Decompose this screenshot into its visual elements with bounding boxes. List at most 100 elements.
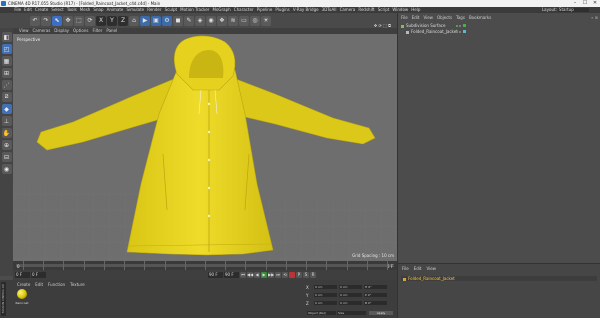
deformer-icon[interactable]: ≋ [228, 15, 238, 26]
menu-plugins[interactable]: Plugins [275, 7, 289, 12]
cube-icon[interactable]: ◼ [173, 15, 183, 26]
menu-character[interactable]: Character [234, 7, 254, 12]
menu-pipeline[interactable]: Pipeline [257, 7, 273, 12]
viewport-menu-view[interactable]: View [19, 28, 29, 33]
attribute-menu-file[interactable]: File [402, 266, 409, 271]
coordinate-space-select[interactable]: Object (Rel) [307, 311, 336, 315]
material-tag-icon[interactable] [463, 30, 466, 33]
size-field[interactable]: 0 cm [339, 285, 362, 289]
current-frame-field[interactable]: 0 F [15, 272, 30, 278]
visibility-dots[interactable] [456, 29, 462, 34]
menu-motion-tracker[interactable]: Motion Tracker [180, 7, 209, 12]
viewport-menu-options[interactable]: Options [73, 28, 88, 33]
render-settings-icon[interactable]: ⚙ [162, 15, 172, 26]
menu-edit[interactable]: Edit [24, 7, 32, 12]
attribute-menu-edit[interactable]: Edit [414, 266, 422, 271]
menu-animate[interactable]: Animate [107, 7, 124, 12]
viewport-menu-cameras[interactable]: Cameras [33, 28, 51, 33]
render-view-icon[interactable]: ▶ [140, 15, 150, 26]
material-menu-function[interactable]: Function [48, 282, 65, 287]
menu-create[interactable]: Create [35, 7, 48, 12]
menu-file[interactable]: File [14, 7, 21, 12]
min-frame-field[interactable]: 0 F [31, 272, 46, 278]
object-menu-objects[interactable]: Objects [437, 15, 452, 20]
object-menu-file[interactable]: File [401, 15, 408, 20]
object-menu-edit[interactable]: Edit [412, 15, 420, 20]
loop-button[interactable]: ⟲ [282, 272, 288, 278]
menu-help[interactable]: Help [411, 7, 420, 12]
menu-simulate[interactable]: Simulate [126, 7, 144, 12]
make-editable-icon[interactable]: ◧ [1, 32, 12, 42]
edges-mode-icon[interactable]: ⧄ [1, 92, 12, 102]
z-axis-icon[interactable]: Z [118, 15, 128, 26]
material-preview-ball[interactable] [17, 289, 27, 299]
object-row-raincoat[interactable]: Folded_Raincoat_Jacket [406, 29, 466, 34]
rotation-field[interactable]: P 0° [364, 293, 387, 297]
menu-3dtoall[interactable]: 3DToAll [322, 7, 337, 12]
menu-window[interactable]: Window [392, 7, 408, 12]
key-scale-icon[interactable]: S [303, 272, 309, 278]
position-field[interactable]: 0 cm [314, 293, 337, 297]
light-icon[interactable]: ☀ [261, 15, 271, 26]
key-position-icon[interactable]: P [296, 272, 302, 278]
object-row-subdivision[interactable]: Subdivision Surface [401, 23, 466, 28]
visibility-dots[interactable] [456, 23, 462, 28]
key-rotation-icon[interactable]: R [310, 272, 316, 278]
viewport-menu-display[interactable]: Display [54, 28, 69, 33]
array-icon[interactable]: ◉ [206, 15, 216, 26]
tweak-icon[interactable]: ✋ [1, 128, 12, 138]
model-mode-icon[interactable]: ◰ [1, 44, 12, 54]
object-menu-bookmarks[interactable]: Bookmarks [469, 15, 491, 20]
x-axis-icon[interactable]: X [96, 15, 106, 26]
layout-dropdown[interactable]: Startup [557, 8, 589, 12]
previous-frame-button[interactable]: ◀ [254, 272, 260, 278]
viewport-menu-filter[interactable]: Filter [92, 28, 102, 33]
rotate-icon[interactable]: ⟳ [85, 15, 95, 26]
subdivision-icon[interactable]: ◈ [195, 15, 205, 26]
position-field[interactable]: 0 cm [314, 285, 337, 289]
cloner-icon[interactable]: ❖ [217, 15, 227, 26]
menu-v-ray-bridge[interactable]: V-Ray Bridge [293, 7, 319, 12]
material-menu-edit[interactable]: Edit [35, 282, 43, 287]
solo-icon[interactable]: ◉ [1, 164, 12, 174]
size-field[interactable]: 0 cm [339, 293, 362, 297]
menu-mesh[interactable]: Mesh [80, 7, 91, 12]
undo-icon[interactable]: ↶ [30, 15, 40, 26]
viewport-nav-icons[interactable]: ✥ ⟳ ⬚ ⧉ [374, 23, 391, 29]
attribute-menu-view[interactable]: View [426, 266, 436, 271]
object-manager-search-icon[interactable]: ⌕ ⊞ [591, 15, 598, 20]
timeline-ruler[interactable]: 0 0 F [13, 261, 397, 270]
redo-icon[interactable]: ↷ [41, 15, 51, 26]
apply-button[interactable]: Apply [369, 311, 393, 315]
record-button[interactable] [289, 272, 295, 278]
previous-key-button[interactable]: ◀◀ [247, 272, 253, 278]
texture-mode-icon[interactable]: ▦ [1, 56, 12, 66]
menu-camera[interactable]: Camera [340, 7, 356, 12]
object-menu-view[interactable]: View [423, 15, 433, 20]
snap-icon[interactable]: ⊕ [1, 140, 12, 150]
menu-mograph[interactable]: MoGraph [213, 7, 231, 12]
menu-sculpt[interactable]: Sculpt [165, 7, 178, 12]
object-menu-tags[interactable]: Tags [456, 15, 465, 20]
pen-icon[interactable]: ✎ [184, 15, 194, 26]
maximize-button[interactable]: ☐ [580, 0, 590, 7]
menu-tools[interactable]: Tools [67, 7, 77, 12]
viewport-menu-panel[interactable]: Panel [106, 28, 117, 33]
world-coord-icon[interactable]: ⌂ [129, 15, 139, 26]
end-frame-field[interactable]: 90 F [224, 272, 239, 278]
enable-axis-icon[interactable]: ⊥ [1, 116, 12, 126]
render-picture-viewer-icon[interactable]: ▣ [151, 15, 161, 26]
menu-select[interactable]: Select [51, 7, 63, 12]
rotation-field[interactable]: B 0° [364, 301, 387, 305]
scale-icon[interactable]: ⬚ [74, 15, 84, 26]
size-mode-select[interactable]: Size [337, 311, 366, 315]
enabled-check-icon[interactable] [463, 24, 466, 27]
menu-script[interactable]: Script [378, 7, 390, 12]
floor-icon[interactable]: ▭ [239, 15, 249, 26]
attribute-object-row[interactable]: Folded_Raincoat_Jacket [401, 276, 597, 281]
position-field[interactable]: 0 cm [314, 301, 337, 305]
close-button[interactable]: ✕ [590, 0, 600, 7]
points-mode-icon[interactable]: ⋰ [1, 80, 12, 90]
move-icon[interactable]: ✥ [63, 15, 73, 26]
live-select-icon[interactable]: ⬉ [52, 15, 62, 26]
